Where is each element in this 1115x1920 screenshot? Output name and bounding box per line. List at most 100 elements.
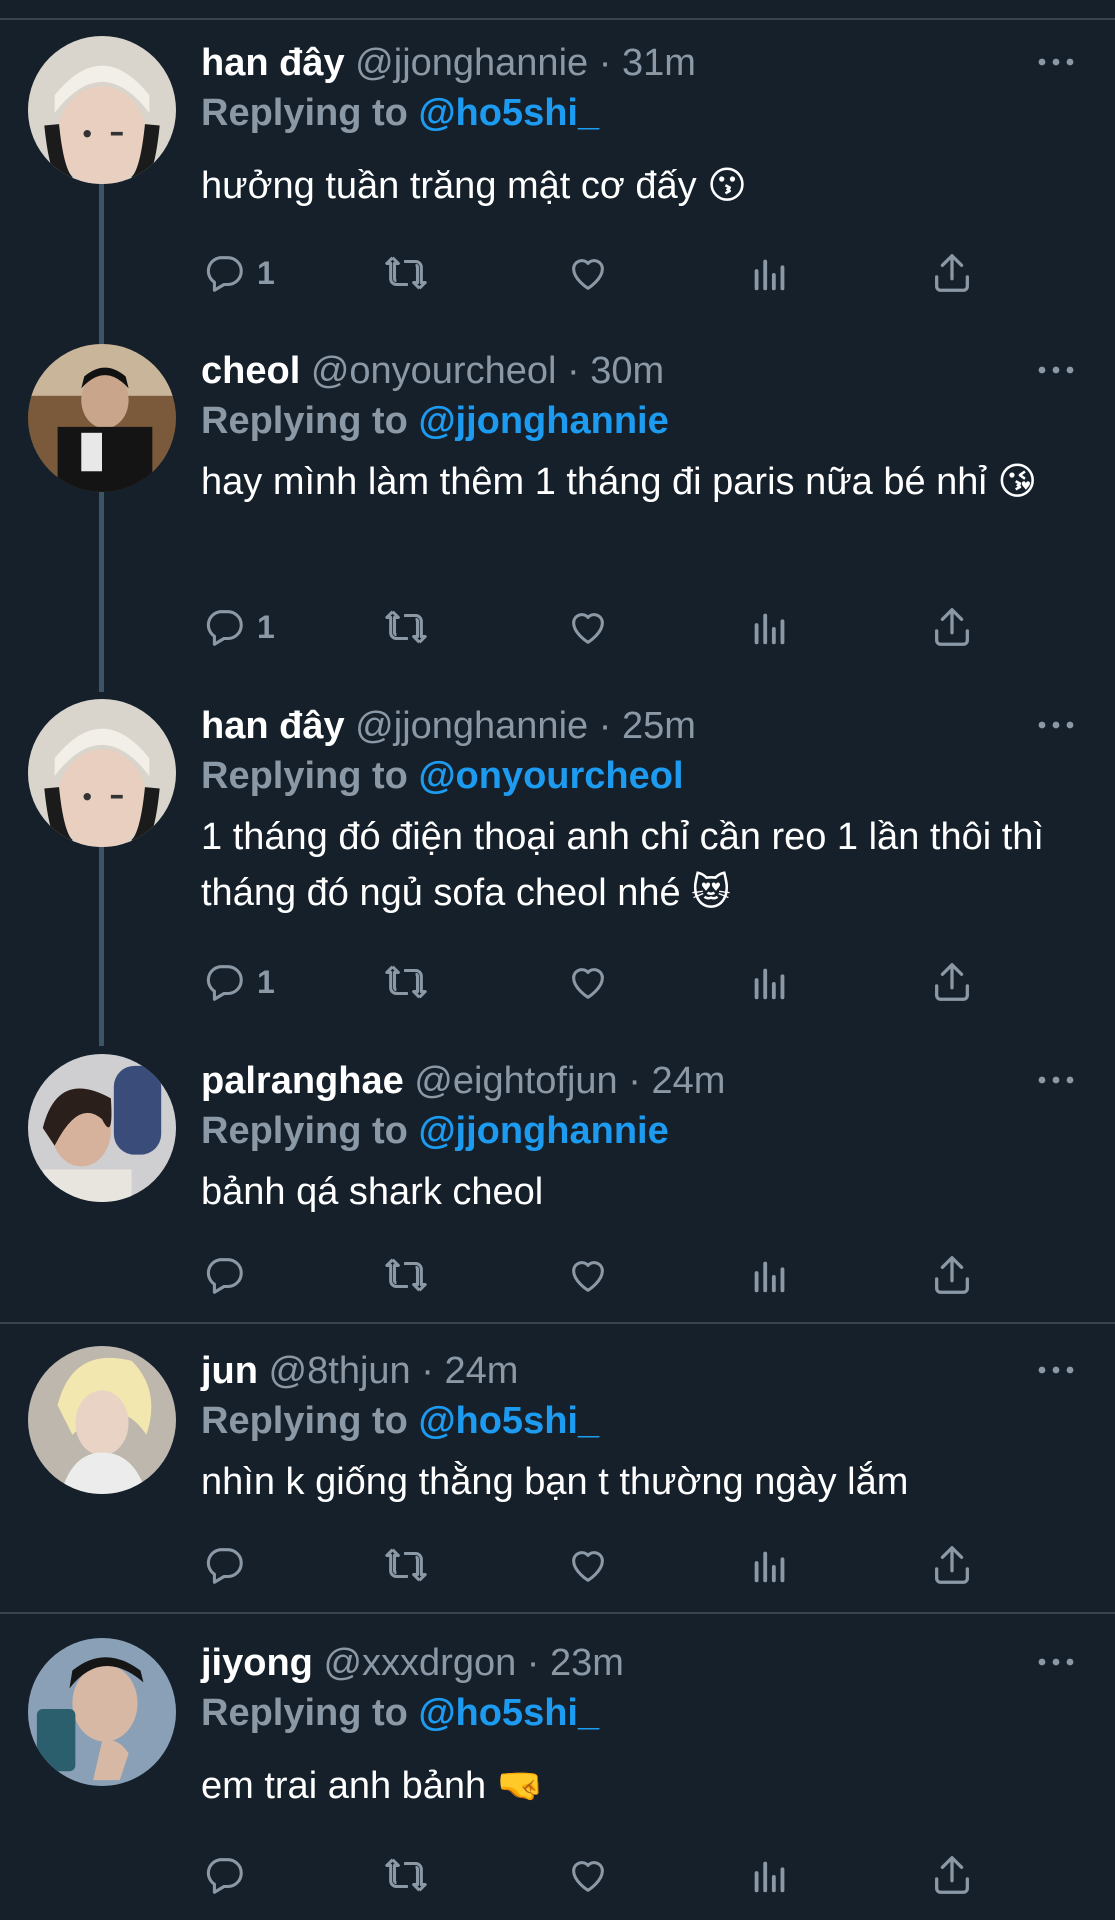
replying-prefix: Replying to	[201, 400, 419, 442]
like-button[interactable]	[565, 602, 611, 652]
share-icon	[929, 1852, 975, 1898]
reply-icon	[201, 959, 247, 1005]
like-button[interactable]	[565, 1540, 611, 1590]
analytics-icon	[747, 1252, 793, 1298]
reply-icon	[201, 250, 247, 296]
retweet-button[interactable]	[383, 602, 429, 652]
like-button[interactable]	[565, 1850, 611, 1900]
tweet[interactable]: han đây @jjonghannie · 25m Replying to @…	[0, 685, 1115, 1040]
tweet-text: 1 tháng đó điện thoại anh chỉ cần reo 1 …	[201, 816, 1044, 914]
more-icon[interactable]	[1036, 715, 1076, 735]
more-icon[interactable]	[1036, 1070, 1076, 1090]
timestamp[interactable]: 24m	[651, 1060, 725, 1102]
avatar[interactable]	[28, 36, 176, 184]
display-name[interactable]: han đây	[201, 705, 345, 747]
share-icon	[929, 250, 975, 296]
tweet[interactable]: cheol @onyourcheol · 30m Replying to @jj…	[0, 330, 1115, 685]
mention-link[interactable]: @jjonghannie	[418, 1110, 668, 1152]
mention-link[interactable]: @jjonghannie	[418, 400, 668, 442]
reply-count: 1	[257, 608, 275, 645]
more-icon[interactable]	[1036, 360, 1076, 380]
avatar[interactable]	[28, 1054, 176, 1202]
separator-dot: ·	[566, 350, 591, 392]
replying-prefix: Replying to	[201, 92, 419, 134]
tweet[interactable]: jun @8thjun · 24m Replying to @ho5shi_ n…	[0, 1324, 1115, 1612]
analytics-button[interactable]	[747, 957, 793, 1007]
tweet-header: palranghae @eightofjun · 24m	[201, 1058, 725, 1104]
tweet-text: nhìn k giống thằng bạn t thường ngày lắm	[201, 1461, 909, 1503]
like-button[interactable]	[565, 248, 611, 298]
share-button[interactable]	[929, 248, 975, 298]
action-bar	[201, 1540, 1001, 1590]
analytics-button[interactable]	[747, 602, 793, 652]
display-name[interactable]: cheol	[201, 350, 300, 392]
reply-button[interactable]	[201, 1250, 257, 1300]
tweet-text: hưởng tuần trăng mật cơ đấy 😗	[201, 165, 747, 207]
user-handle[interactable]: @jjonghannie	[355, 705, 588, 747]
retweet-button[interactable]	[383, 1540, 429, 1590]
display-name[interactable]: palranghae	[201, 1060, 404, 1102]
share-icon	[929, 959, 975, 1005]
retweet-icon	[383, 1542, 429, 1588]
share-button[interactable]	[929, 1540, 975, 1590]
user-handle[interactable]: @eightofjun	[414, 1060, 617, 1102]
reply-icon	[201, 604, 247, 650]
retweet-button[interactable]	[383, 1250, 429, 1300]
share-button[interactable]	[929, 1250, 975, 1300]
replying-prefix: Replying to	[201, 1400, 419, 1442]
user-handle[interactable]: @8thjun	[269, 1350, 411, 1392]
avatar[interactable]	[28, 1346, 176, 1494]
separator-dot: ·	[421, 1350, 445, 1392]
like-icon	[565, 959, 611, 1005]
more-icon[interactable]	[1036, 1652, 1076, 1672]
avatar[interactable]	[28, 1638, 176, 1786]
more-icon[interactable]	[1036, 52, 1076, 72]
timestamp[interactable]: 25m	[622, 705, 696, 747]
timestamp[interactable]: 23m	[550, 1642, 624, 1684]
mention-link[interactable]: @ho5shi_	[418, 1400, 599, 1442]
timestamp[interactable]: 31m	[622, 42, 696, 84]
like-button[interactable]	[565, 1250, 611, 1300]
retweet-button[interactable]	[383, 248, 429, 298]
avatar[interactable]	[28, 344, 176, 492]
retweet-button[interactable]	[383, 1850, 429, 1900]
action-bar: 1	[201, 602, 1001, 652]
share-button[interactable]	[929, 602, 975, 652]
user-handle[interactable]: @jjonghannie	[355, 42, 588, 84]
like-icon	[565, 1542, 611, 1588]
mention-link[interactable]: @ho5shi_	[418, 1692, 599, 1734]
reply-button[interactable]	[201, 1850, 257, 1900]
avatar[interactable]	[28, 699, 176, 847]
reply-button[interactable]: 1	[201, 248, 275, 298]
reply-button[interactable]: 1	[201, 602, 275, 652]
timestamp[interactable]: 30m	[590, 350, 664, 392]
more-icon[interactable]	[1036, 1360, 1076, 1380]
retweet-button[interactable]	[383, 957, 429, 1007]
analytics-button[interactable]	[747, 1540, 793, 1590]
mention-link[interactable]: @ho5shi_	[418, 92, 599, 134]
tweet[interactable]: palranghae @eightofjun · 24m Replying to…	[0, 1040, 1115, 1322]
timestamp[interactable]: 24m	[444, 1350, 518, 1392]
retweet-icon	[383, 959, 429, 1005]
share-icon	[929, 1542, 975, 1588]
user-handle[interactable]: @xxxdrgon	[323, 1642, 516, 1684]
reply-button[interactable]: 1	[201, 957, 275, 1007]
analytics-button[interactable]	[747, 1850, 793, 1900]
reply-count: 1	[257, 963, 275, 1000]
display-name[interactable]: jiyong	[201, 1642, 313, 1684]
like-button[interactable]	[565, 957, 611, 1007]
reply-button[interactable]	[201, 1540, 257, 1590]
analytics-button[interactable]	[747, 248, 793, 298]
analytics-button[interactable]	[747, 1250, 793, 1300]
user-handle[interactable]: @onyourcheol	[311, 350, 557, 392]
display-name[interactable]: jun	[201, 1350, 258, 1392]
analytics-icon	[747, 1542, 793, 1588]
share-button[interactable]	[929, 957, 975, 1007]
share-button[interactable]	[929, 1850, 975, 1900]
tweet[interactable]: han đây @jjonghannie · 31m Replying to @…	[0, 0, 1115, 330]
mention-link[interactable]: @onyourcheol	[418, 755, 683, 797]
display-name[interactable]: han đây	[201, 42, 345, 84]
share-icon	[929, 1252, 975, 1298]
tweet[interactable]: jiyong @xxxdrgon · 23m Replying to @ho5s…	[0, 1614, 1115, 1920]
share-icon	[929, 604, 975, 650]
